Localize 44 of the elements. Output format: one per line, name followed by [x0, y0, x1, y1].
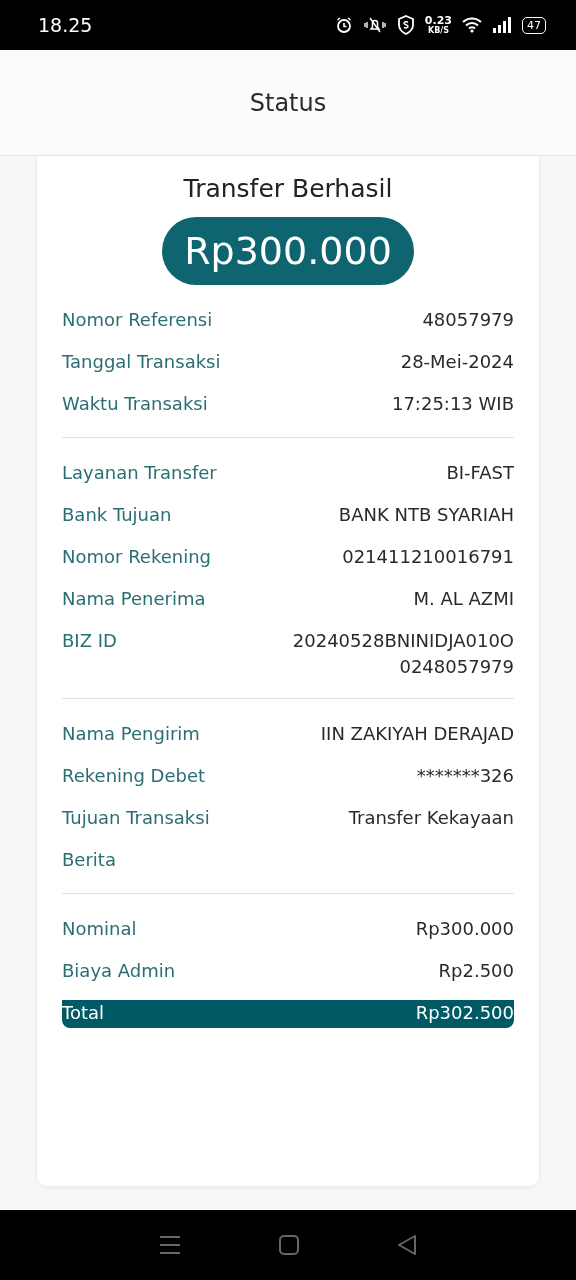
status-time: 18.25 — [38, 14, 93, 36]
row-label: Bank Tujuan — [62, 503, 173, 527]
row-value: 17:25:13 WIB — [391, 392, 514, 416]
signal-icon — [492, 17, 512, 33]
row-value: Transfer Kekayaan — [348, 806, 514, 830]
row-label: Nomor Rekening — [62, 545, 213, 569]
row-value: Rp300.000 — [415, 917, 514, 941]
row-value: *******326 — [416, 764, 514, 788]
row-value: 021411210016791 — [342, 545, 514, 569]
row-label: Waktu Transaksi — [62, 392, 209, 416]
amount-badge: Rp300.000 — [162, 217, 414, 285]
row-value: 20240528BNINIDJA010O 0248057979 — [292, 629, 514, 679]
shield-icon — [396, 15, 415, 35]
row-label: Tanggal Transaksi — [62, 350, 222, 374]
row-value: Rp2.500 — [438, 959, 514, 983]
menu-icon[interactable] — [159, 1235, 181, 1255]
home-square-icon[interactable] — [279, 1235, 299, 1255]
network-speed: 0.23 — [424, 15, 452, 26]
row-value: BANK NTB SYARIAH — [338, 503, 514, 527]
row-value: Rp302.500 — [415, 1001, 514, 1025]
row-label: Nomor Referensi — [62, 308, 214, 332]
row-label: Berita — [62, 848, 117, 872]
row-label: Layanan Transfer — [62, 461, 218, 485]
battery-indicator: 47 — [522, 16, 546, 34]
row-label: Rekening Debet — [62, 764, 207, 788]
row-label: Tujuan Transaksi — [62, 806, 211, 830]
row-label: Biaya Admin — [62, 959, 177, 983]
row-label: Total — [62, 1001, 106, 1025]
row-label: Nama Pengirim — [62, 722, 201, 746]
page-title: Status — [249, 88, 327, 117]
network-speed-unit: KB/S — [427, 25, 449, 35]
row-value: M. AL AZMI — [413, 587, 514, 611]
row-value: BI-FAST — [446, 461, 514, 485]
alarm-clock-icon — [334, 16, 353, 34]
wifi-icon — [462, 17, 482, 33]
muted-bell-icon — [362, 16, 387, 34]
row-label: BIZ ID — [62, 629, 118, 653]
receipt-title: Transfer Berhasil — [183, 174, 393, 203]
row-label: Nama Penerima — [62, 587, 207, 611]
row-label: Nominal — [62, 917, 138, 941]
back-triangle-icon[interactable] — [397, 1235, 417, 1255]
row-value: 48057979 — [422, 308, 514, 332]
row-value: 28-Mei-2024 — [400, 350, 514, 374]
row-value: IIN ZAKIYAH DERAJAD — [320, 722, 514, 746]
